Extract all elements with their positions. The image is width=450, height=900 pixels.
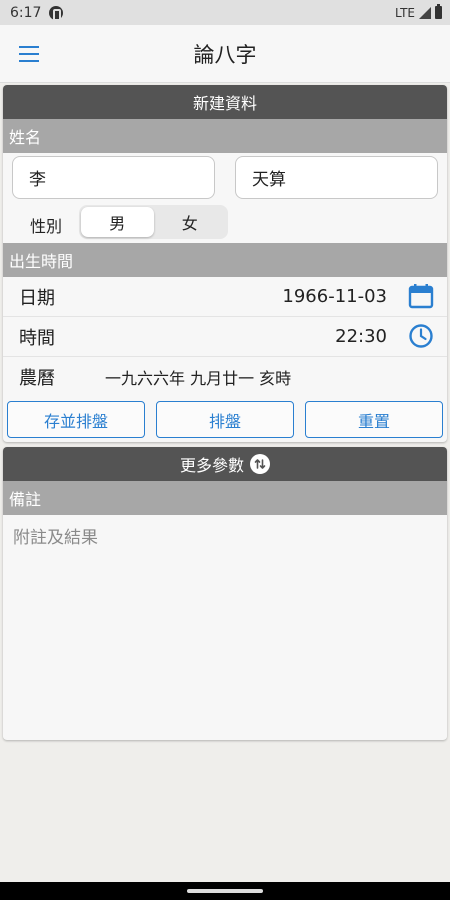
- name-section-header: 姓名: [3, 119, 447, 153]
- battery-icon: [435, 4, 442, 19]
- save-and-chart-button[interactable]: 存並排盤: [7, 401, 145, 438]
- gender-option-female[interactable]: 女: [154, 207, 227, 237]
- notes-section-header: 備註: [3, 481, 447, 515]
- menu-icon[interactable]: [19, 46, 39, 62]
- date-label: 日期: [19, 287, 55, 309]
- app-bar: 論八字: [0, 25, 450, 83]
- time-value[interactable]: 22:30: [335, 326, 387, 347]
- date-row[interactable]: 日期 1966-11-03: [3, 277, 447, 317]
- birth-section-header: 出生時間: [3, 243, 447, 277]
- time-row[interactable]: 時間 22:30: [3, 317, 447, 357]
- notification-icon: [49, 5, 64, 21]
- time-label: 時間: [19, 327, 55, 349]
- more-params-header[interactable]: 更多參數: [3, 447, 447, 481]
- more-params-card: 更多參數 備註 附註及結果: [3, 447, 447, 740]
- status-right: LTE: [395, 4, 442, 20]
- new-record-header: 新建資料: [3, 85, 447, 119]
- system-nav-bar: [0, 882, 450, 900]
- clock-icon[interactable]: [407, 322, 435, 350]
- reset-button[interactable]: 重置: [305, 401, 443, 438]
- date-value[interactable]: 1966-11-03: [282, 286, 387, 307]
- more-params-label: 更多參數: [179, 456, 244, 475]
- surname-input[interactable]: 李: [12, 156, 215, 199]
- chart-button[interactable]: 排盤: [156, 401, 294, 438]
- lunar-row: 農曆 一九六六年 九月廿一 亥時: [3, 357, 447, 397]
- status-bar: 6:17 LTE: [0, 0, 450, 25]
- action-buttons: 存並排盤 排盤 重置: [3, 397, 447, 442]
- lunar-value: 一九六六年 九月廿一 亥時: [105, 369, 292, 388]
- swap-icon[interactable]: [250, 454, 270, 474]
- given-name-input[interactable]: 天算: [235, 156, 438, 199]
- page-title: 論八字: [193, 42, 257, 67]
- name-row: 李 天算 性別 男 女: [3, 153, 447, 243]
- status-time: 6:17: [10, 4, 42, 21]
- network-type: LTE: [395, 5, 415, 20]
- gender-option-male[interactable]: 男: [81, 207, 154, 237]
- calendar-icon[interactable]: [407, 282, 435, 310]
- notes-textarea[interactable]: 附註及結果: [3, 515, 447, 739]
- signal-icon: [419, 6, 431, 19]
- lunar-label: 農曆: [19, 368, 55, 389]
- home-gesture-handle[interactable]: [187, 889, 263, 893]
- gender-segmented-control: 男 女: [79, 205, 228, 239]
- new-record-card: 新建資料 姓名 李 天算 性別 男 女 出生時間 日期 1966-11-03 時…: [3, 85, 447, 442]
- gender-label: 性別: [30, 217, 63, 236]
